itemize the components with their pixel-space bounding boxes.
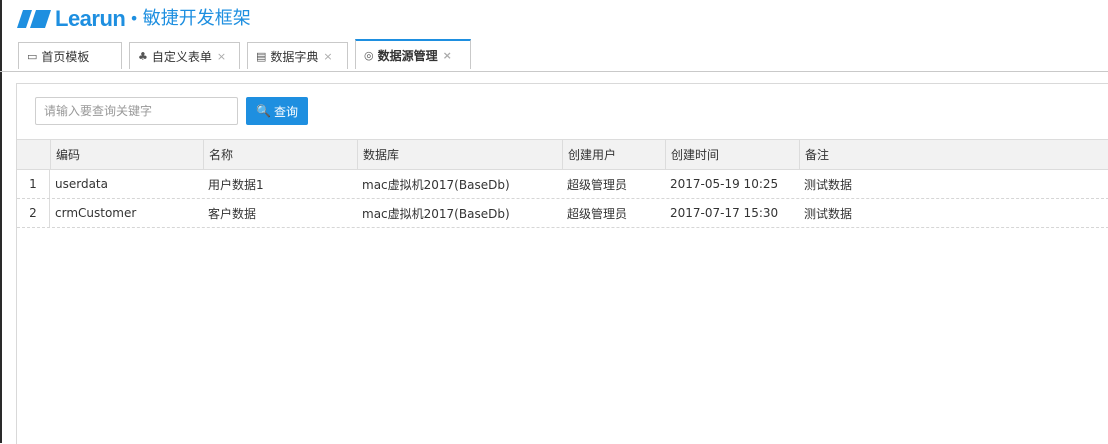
tab-datasource-management[interactable]: ◎ 数据源管理 × — [355, 39, 471, 69]
tab-home-template[interactable]: ▭ 首页模板 — [18, 42, 122, 69]
app-header: Learun • 敏捷开发框架 — [0, 0, 1108, 36]
cell-note: 测试数据 — [804, 206, 853, 221]
close-icon[interactable]: × — [323, 50, 332, 63]
search-input[interactable] — [35, 97, 238, 125]
row-number: 1 — [17, 170, 50, 198]
brand-separator: • — [129, 9, 139, 28]
cell-created-time: 2017-07-17 15:30 — [670, 206, 779, 220]
brand-logo: Learun • 敏捷开发框架 — [17, 8, 251, 30]
cell-code: userdata — [55, 177, 108, 191]
column-header-name[interactable]: 名称 — [203, 140, 357, 169]
table-row[interactable]: 2 crmCustomer 客户数据 mac虚拟机2017(BaseDb) 超级… — [17, 199, 1108, 228]
column-header-creator[interactable]: 创建用户 — [562, 140, 665, 169]
book-icon: ▤ — [256, 49, 267, 63]
column-header-code[interactable]: 编码 — [50, 140, 203, 169]
table-row[interactable]: 1 userdata 用户数据1 mac虚拟机2017(BaseDb) 超级管理… — [17, 170, 1108, 199]
cell-name: 用户数据1 — [208, 177, 264, 192]
form-icon: ♣ — [138, 49, 148, 63]
cell-creator: 超级管理员 — [567, 206, 628, 221]
tab-label: 首页模板 — [41, 49, 90, 64]
cell-code: crmCustomer — [55, 206, 137, 220]
column-header-note[interactable]: 备注 — [799, 140, 1108, 169]
column-header-created-time[interactable]: 创建时间 — [665, 140, 799, 169]
cell-name: 客户数据 — [208, 206, 257, 221]
monitor-icon: ▭ — [27, 49, 38, 63]
table-header: 编码 名称 数据库 创建用户 创建时间 备注 — [17, 139, 1108, 170]
logo-slash-icon — [17, 10, 51, 28]
cell-created-time: 2017-05-19 10:25 — [670, 177, 779, 191]
tab-bar: ▭ 首页模板 ♣ 自定义表单 × ▤ 数据字典 × ◎ 数据源管理 × — [0, 39, 1108, 72]
cell-creator: 超级管理员 — [567, 177, 628, 192]
close-icon[interactable]: × — [217, 50, 226, 63]
datasource-table: 编码 名称 数据库 创建用户 创建时间 备注 1 userdata 用户数据1 … — [17, 139, 1108, 228]
brand-name: Learun — [55, 6, 126, 31]
cell-note: 测试数据 — [804, 177, 853, 192]
search-icon: 🔍 — [256, 104, 271, 118]
close-icon[interactable]: × — [443, 49, 452, 62]
tab-label: 数据源管理 — [377, 48, 438, 63]
cell-database: mac虚拟机2017(BaseDb) — [362, 177, 510, 192]
column-header-index — [17, 140, 50, 169]
column-header-database[interactable]: 数据库 — [357, 140, 562, 169]
search-button-label: 查询 — [273, 104, 298, 119]
content-panel: 🔍 查询 编码 名称 数据库 创建用户 创建时间 备注 1 userdata 用… — [16, 83, 1108, 444]
tab-custom-form[interactable]: ♣ 自定义表单 × — [129, 42, 240, 69]
database-icon: ◎ — [364, 48, 374, 62]
search-button[interactable]: 🔍 查询 — [246, 97, 308, 125]
tab-label: 数据字典 — [270, 49, 319, 64]
tab-label: 自定义表单 — [151, 49, 212, 64]
tab-data-dictionary[interactable]: ▤ 数据字典 × — [247, 42, 348, 69]
cell-database: mac虚拟机2017(BaseDb) — [362, 206, 510, 221]
row-number: 2 — [17, 199, 50, 227]
brand-subtitle: 敏捷开发框架 — [142, 8, 251, 29]
